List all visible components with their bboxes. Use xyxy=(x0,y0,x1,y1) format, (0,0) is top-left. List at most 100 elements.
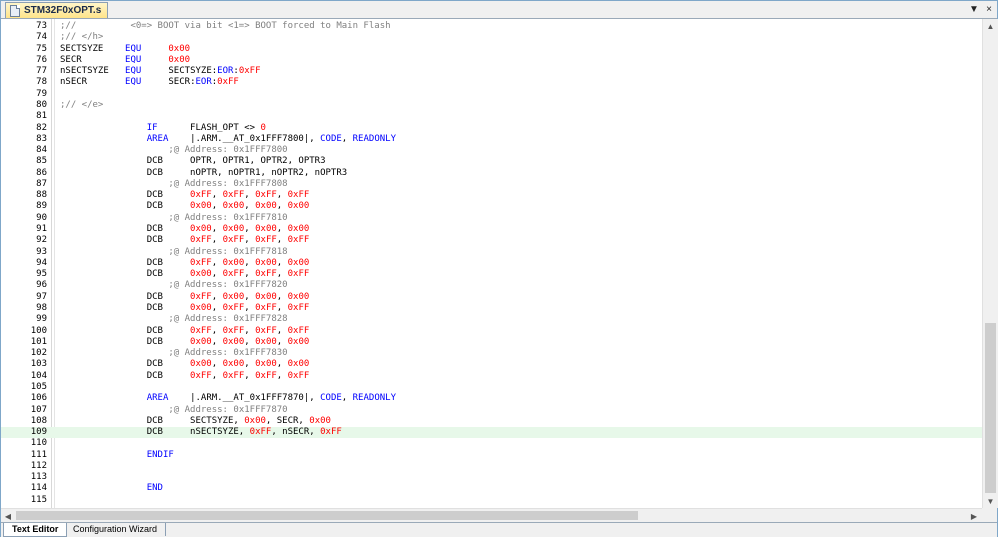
code-line[interactable]: 79 xyxy=(1,89,982,100)
code-line[interactable]: 104 DCB 0xFF, 0xFF, 0xFF, 0xFF xyxy=(1,371,982,382)
text-token: , xyxy=(211,370,223,381)
code-line[interactable]: 109 DCB nSECTSYZE, 0xFF, nSECR, 0xFF xyxy=(1,427,982,439)
code-line[interactable]: 112 xyxy=(1,461,982,472)
line-number: 87 xyxy=(36,178,47,189)
text-token: , xyxy=(244,190,256,201)
number-token: 0x00 xyxy=(222,291,245,302)
text-token: SECTSYZE: xyxy=(141,66,218,77)
code-line[interactable]: 78 nSECR EQU SECR:EOR:0xFF xyxy=(1,77,982,88)
line-number: 113 xyxy=(30,472,47,483)
code-line[interactable]: 91 DCB 0x00, 0x00, 0x00, 0x00 xyxy=(1,224,982,235)
code-line[interactable]: 96 ;@ Address: 0x1FFF7820 xyxy=(1,280,982,291)
code-line[interactable]: 107 ;@ Address: 0x1FFF7870 xyxy=(1,405,982,416)
horizontal-scrollbar[interactable]: ◀ ▶ xyxy=(1,508,982,523)
code-line[interactable]: 114 END xyxy=(1,483,982,494)
text-token: , xyxy=(244,303,256,313)
file-tab[interactable]: STM32F0xOPT.s xyxy=(5,2,109,18)
code-line[interactable]: 87 ;@ Address: 0x1FFF7808 xyxy=(1,179,982,190)
tab-configuration-wizard[interactable]: Configuration Wizard xyxy=(65,523,167,536)
code-line[interactable]: 95 DCB 0x00, 0xFF, 0xFF, 0xFF xyxy=(1,269,982,280)
code-line[interactable]: 105 xyxy=(1,382,982,393)
line-code: ;@ Address: 0x1FFF7870 xyxy=(60,405,287,416)
code-line[interactable]: 103 DCB 0x00, 0x00, 0x00, 0x00 xyxy=(1,359,982,370)
code-line[interactable]: 101 DCB 0x00, 0x00, 0x00, 0x00 xyxy=(1,337,982,348)
text-token: , xyxy=(276,370,288,381)
code-line[interactable]: 88 DCB 0xFF, 0xFF, 0xFF, 0xFF xyxy=(1,190,982,201)
line-number: 88 xyxy=(36,190,47,201)
code-line[interactable]: 100 DCB 0xFF, 0xFF, 0xFF, 0xFF xyxy=(1,326,982,337)
line-number: 91 xyxy=(36,224,47,235)
code-line[interactable]: 80 ;// </e> xyxy=(1,100,982,111)
code-line[interactable]: 76 SECR EQU 0x00 xyxy=(1,55,982,66)
tab-text-editor[interactable]: Text Editor xyxy=(3,523,68,537)
number-token: 0xFF xyxy=(287,190,310,201)
close-icon[interactable]: × xyxy=(982,2,996,16)
text-token: , xyxy=(211,257,223,268)
line-number: 74 xyxy=(36,32,47,43)
code-line[interactable]: 110 xyxy=(1,438,982,449)
line-number: 109 xyxy=(30,427,47,438)
line-number: 93 xyxy=(36,246,47,257)
scroll-left-icon[interactable]: ◀ xyxy=(1,509,15,523)
code-line[interactable]: 74 ;// </h> xyxy=(1,32,982,43)
line-code: DCB nSECTSYZE, 0xFF, nSECR, 0xFF xyxy=(60,427,342,438)
text-token: DCB OPTR, OPTR1, OPTR2, OPTR3 xyxy=(60,156,326,167)
code-line[interactable]: 83 AREA |.ARM.__AT_0x1FFF7800|, CODE, RE… xyxy=(1,134,982,145)
text-token: , xyxy=(211,303,223,313)
code-line[interactable]: 94 DCB 0xFF, 0x00, 0x00, 0x00 xyxy=(1,258,982,269)
number-token: 0xFF xyxy=(190,370,212,381)
code-line[interactable]: 97 DCB 0xFF, 0x00, 0x00, 0x00 xyxy=(1,292,982,303)
text-token: , xyxy=(276,359,288,370)
horizontal-scroll-thumb[interactable] xyxy=(16,511,638,520)
line-code: DCB 0x00, 0xFF, 0xFF, 0xFF xyxy=(60,303,310,314)
line-number: 108 xyxy=(30,415,47,426)
code-line[interactable]: 93 ;@ Address: 0x1FFF7818 xyxy=(1,247,982,258)
scroll-up-icon[interactable]: ▲ xyxy=(983,19,998,33)
code-line[interactable]: 98 DCB 0x00, 0xFF, 0xFF, 0xFF xyxy=(1,303,982,314)
text-token: DCB xyxy=(60,224,191,235)
scroll-right-icon[interactable]: ▶ xyxy=(967,509,981,523)
code-line[interactable]: 115 xyxy=(1,495,982,506)
keyword-token: EQU xyxy=(125,77,142,88)
code-line[interactable]: 89 DCB 0x00, 0x00, 0x00, 0x00 xyxy=(1,201,982,212)
number-token: 0x00 xyxy=(287,224,310,235)
tab-list-dropdown-icon[interactable]: ▼ xyxy=(967,2,981,16)
vertical-scroll-thumb[interactable] xyxy=(985,323,996,493)
code-line[interactable]: 113 xyxy=(1,472,982,483)
text-token: , xyxy=(276,325,288,336)
editor-mode-tabs: Text Editor Configuration Wizard xyxy=(1,522,997,537)
code-line[interactable]: 75 SECTSYZE EQU 0x00 xyxy=(1,44,982,55)
keyword-token: ENDIF xyxy=(146,449,174,460)
line-code: DCB 0xFF, 0xFF, 0xFF, 0xFF xyxy=(60,235,310,246)
code-line[interactable]: 84 ;@ Address: 0x1FFF7800 xyxy=(1,145,982,156)
line-number: 106 xyxy=(30,393,47,404)
number-token: 0x00 xyxy=(287,336,310,347)
code-line[interactable]: 82 IF FLASH_OPT <> 0 xyxy=(1,123,982,134)
code-line[interactable]: 73 ;// <0=> BOOT via bit <1=> BOOT forced… xyxy=(1,21,982,32)
line-code: ;@ Address: 0x1FFF7828 xyxy=(60,314,287,325)
code-line[interactable]: 108 DCB SECTSYZE, 0x00, SECR, 0x00 xyxy=(1,416,982,427)
code-editor[interactable]: 73 ;// <0=> BOOT via bit <1=> BOOT forced… xyxy=(1,19,982,508)
code-line[interactable]: 92 DCB 0xFF, 0xFF, 0xFF, 0xFF xyxy=(1,235,982,246)
code-line[interactable]: 86 DCB nOPTR, nOPTR1, nOPTR2, nOPTR3 xyxy=(1,168,982,179)
vertical-scrollbar[interactable]: ▲ ▼ xyxy=(982,19,998,508)
line-code: ;@ Address: 0x1FFF7808 xyxy=(60,179,287,190)
text-token: , xyxy=(276,336,288,347)
scroll-down-icon[interactable]: ▼ xyxy=(983,494,998,508)
code-line[interactable]: 99 ;@ Address: 0x1FFF7828 xyxy=(1,314,982,325)
code-line[interactable]: 106 AREA |.ARM.__AT_0x1FFF7870|, CODE, R… xyxy=(1,393,982,404)
code-line[interactable]: 111 ENDIF xyxy=(1,450,982,461)
code-line[interactable]: 81 xyxy=(1,111,982,122)
line-number: 89 xyxy=(36,201,47,212)
line-code: END xyxy=(60,483,163,494)
code-line[interactable]: 102 ;@ Address: 0x1FFF7830 xyxy=(1,348,982,359)
code-line[interactable]: 77 nSECTSYZE EQU SECTSYZE:EOR:0xFF xyxy=(1,66,982,77)
code-line[interactable]: 85 DCB OPTR, OPTR1, OPTR2, OPTR3 xyxy=(1,156,982,167)
code-line[interactable]: 90 ;@ Address: 0x1FFF7810 xyxy=(1,213,982,224)
line-number: 99 xyxy=(36,314,47,325)
text-token: , xyxy=(276,235,288,246)
